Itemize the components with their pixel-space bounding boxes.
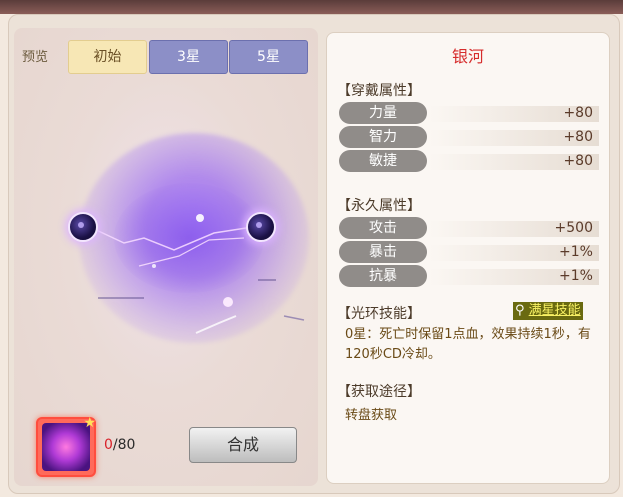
perm-section-header: 【永久属性】 bbox=[337, 198, 421, 214]
tab-initial[interactable]: 初始 bbox=[68, 40, 147, 74]
stat-value: +80 bbox=[563, 105, 593, 121]
stat-name: 攻击 bbox=[339, 217, 427, 239]
stat-value: +80 bbox=[563, 129, 593, 145]
compose-button[interactable]: 合成 bbox=[189, 427, 297, 463]
stat-value: +1% bbox=[559, 244, 593, 260]
search-icon: ⚲ bbox=[515, 303, 525, 318]
stat-value: +80 bbox=[563, 153, 593, 169]
info-panel: 银河 【穿戴属性】 力量 +80 智力 +80 敏捷 +80 【永久属性】 攻击… bbox=[326, 32, 610, 484]
fragment-count: 0/80 bbox=[104, 437, 135, 453]
tab-5-star[interactable]: 5星 bbox=[229, 40, 308, 74]
left-orb bbox=[68, 212, 98, 242]
aura-section-header: 【光环技能】 bbox=[337, 306, 421, 322]
preview-label: 预览 bbox=[22, 50, 49, 65]
wear-stat-row: 敏捷 +80 bbox=[339, 150, 607, 172]
galaxy-item-icon[interactable]: ★ bbox=[36, 415, 96, 477]
stat-name: 智力 bbox=[339, 126, 427, 148]
stat-name: 暴击 bbox=[339, 241, 427, 263]
perm-stat-row: 攻击 +500 bbox=[339, 217, 607, 239]
stat-name: 抗暴 bbox=[339, 265, 427, 287]
full-star-skill-link[interactable]: ⚲ 满星技能 bbox=[513, 302, 583, 320]
count-total: /80 bbox=[112, 437, 136, 453]
count-current: 0 bbox=[104, 437, 113, 453]
obtain-section-header: 【获取途径】 bbox=[337, 384, 421, 400]
right-orb bbox=[246, 212, 276, 242]
star-icon: ★ bbox=[83, 415, 96, 431]
stat-name: 敏捷 bbox=[339, 150, 427, 172]
stat-name: 力量 bbox=[339, 102, 427, 124]
top-bar bbox=[0, 0, 623, 14]
perm-stat-row: 暴击 +1% bbox=[339, 241, 607, 263]
perm-stat-row: 抗暴 +1% bbox=[339, 265, 607, 287]
wear-section-header: 【穿戴属性】 bbox=[337, 83, 421, 99]
item-title: 银河 bbox=[451, 47, 484, 66]
aura-description: 0星：死亡时保留1点血，效果持续1秒，有120秒CD冷却。 bbox=[345, 327, 591, 362]
obtain-text: 转盘获取 bbox=[345, 408, 398, 423]
tab-3-star[interactable]: 3星 bbox=[149, 40, 228, 74]
stat-value: +500 bbox=[554, 220, 593, 236]
wear-stat-row: 智力 +80 bbox=[339, 126, 607, 148]
stat-value: +1% bbox=[559, 268, 593, 284]
full-star-skill-label: 满星技能 bbox=[528, 303, 581, 318]
wear-stat-row: 力量 +80 bbox=[339, 102, 607, 124]
